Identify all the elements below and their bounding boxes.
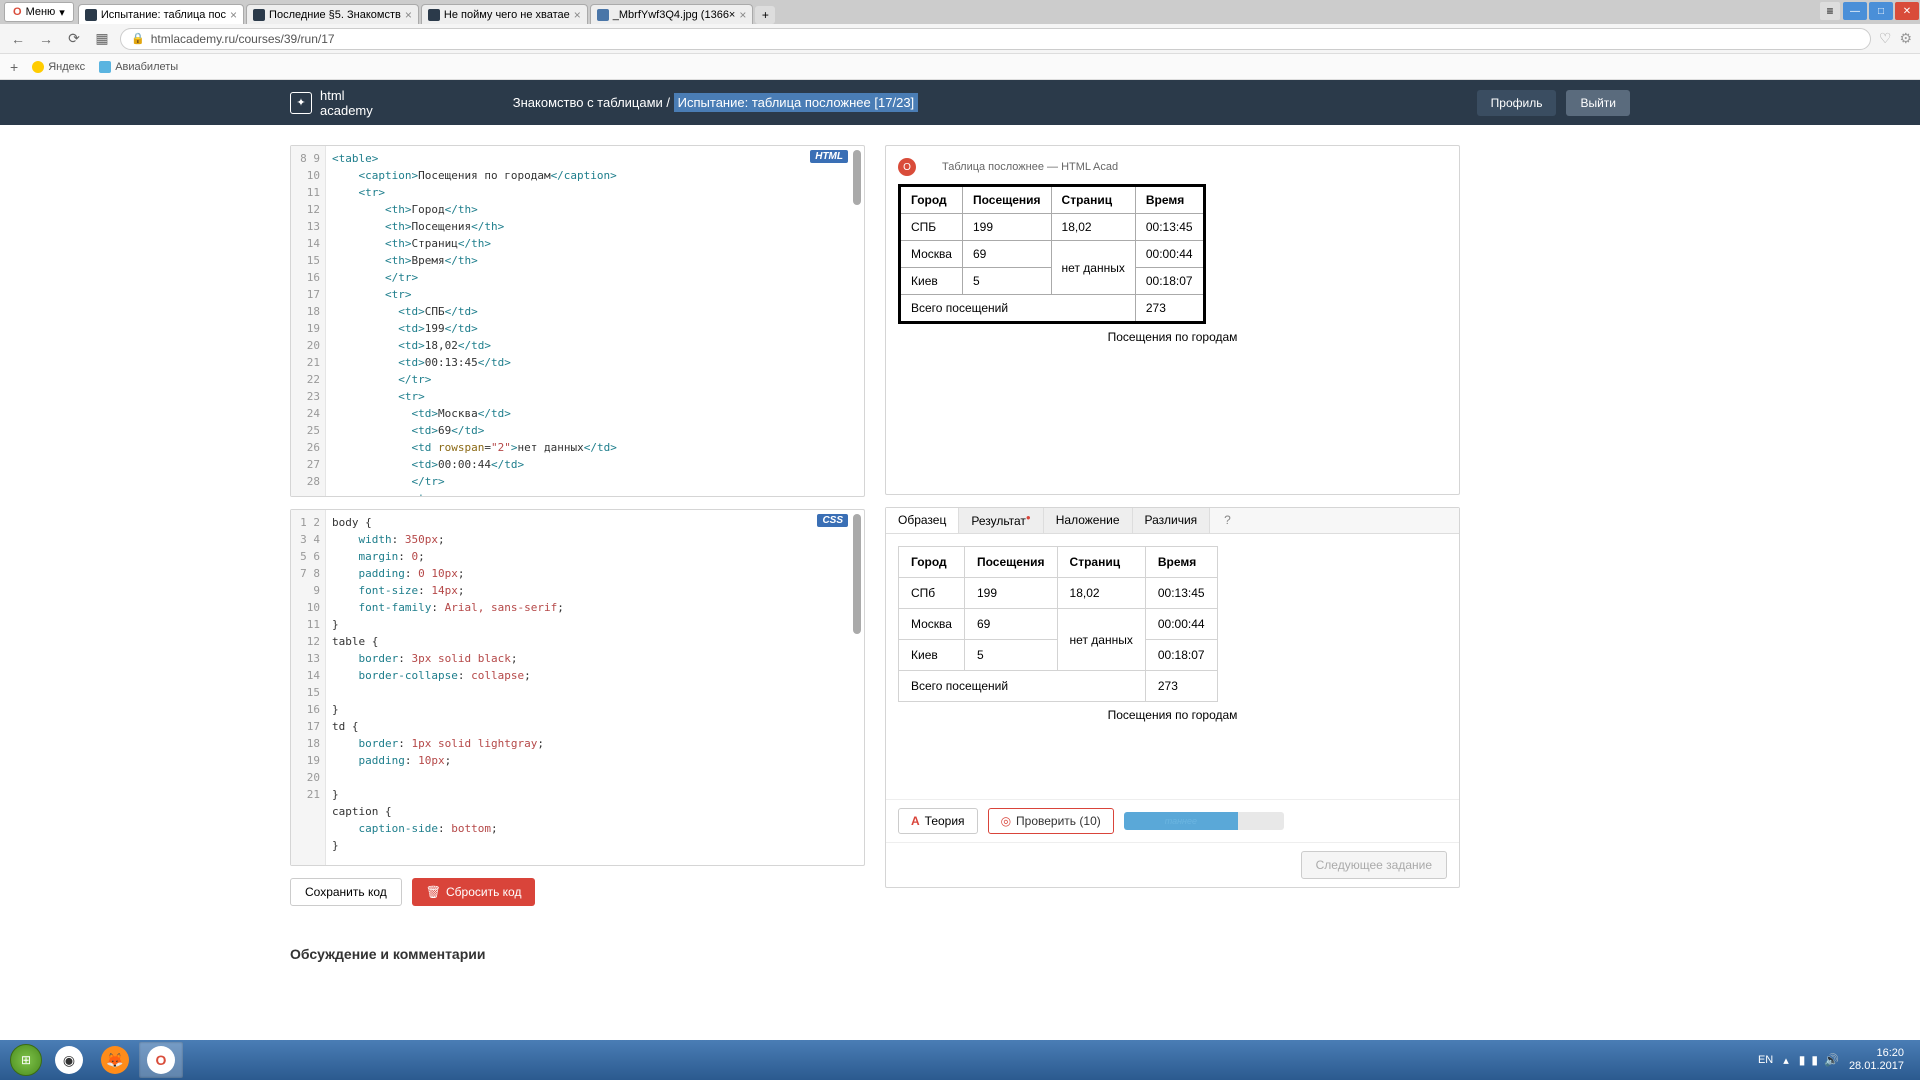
discussion-heading: Обсуждение и комментарии bbox=[290, 946, 1630, 962]
speed-dial-button[interactable]: ▦ bbox=[92, 30, 112, 47]
scrollbar-thumb[interactable] bbox=[853, 514, 861, 634]
preview-caption: Посещения по городам bbox=[898, 330, 1447, 344]
system-tray: EN ▴ ▮ ▮ 🔊 16:20 28.01.2017 bbox=[1758, 1047, 1914, 1073]
result-panel: Образец Результат● Наложение Различия ? … bbox=[885, 507, 1460, 888]
minimize-button[interactable]: — bbox=[1843, 2, 1867, 20]
page-gear-icon[interactable]: ⚙ bbox=[1899, 30, 1912, 47]
back-button[interactable]: ← bbox=[8, 31, 28, 47]
close-icon[interactable]: × bbox=[405, 8, 412, 22]
reset-code-button[interactable]: 🗑Сбросить код bbox=[412, 878, 536, 906]
menu-label: Меню bbox=[26, 6, 56, 18]
breadcrumb-progress: [17/23] bbox=[874, 95, 914, 110]
opera-icon: O bbox=[147, 1046, 175, 1074]
result-table: Город Посещения Страниц Время СПб 199 18… bbox=[898, 546, 1218, 702]
action-bar: AТеория ◎Проверить (10) таннее bbox=[886, 799, 1459, 842]
add-bookmark-button[interactable]: + bbox=[10, 59, 18, 75]
theory-icon: A bbox=[911, 814, 920, 828]
preview-panel: O Таблица посложнее — HTML Acad Город По… bbox=[885, 145, 1460, 495]
tab-2[interactable]: Не пойму чего не хватае× bbox=[421, 4, 588, 24]
html-editor[interactable]: HTML 8 9 10 11 12 13 14 15 16 17 18 19 2… bbox=[290, 145, 865, 497]
language-indicator[interactable]: EN bbox=[1758, 1054, 1773, 1066]
lock-icon: 🔒 bbox=[131, 32, 145, 45]
scrollbar-thumb[interactable] bbox=[853, 150, 861, 205]
tab-sample[interactable]: Образец bbox=[886, 508, 959, 533]
windows-taskbar: ⊞ ◉ 🦊 O EN ▴ ▮ ▮ 🔊 16:20 28.01.2017 bbox=[0, 1040, 1920, 1080]
url-input[interactable]: 🔒 htmlacademy.ru/courses/39/run/17 bbox=[120, 28, 1871, 50]
add-tab-button[interactable]: + bbox=[755, 6, 775, 24]
maximize-button[interactable]: □ bbox=[1869, 2, 1893, 20]
tabs-row: Испытание: таблица пос× Последние §5. Зн… bbox=[78, 0, 1818, 24]
html-code[interactable]: <table> <caption>Посещения по городам</c… bbox=[326, 146, 852, 496]
chrome-icon: ◉ bbox=[55, 1046, 83, 1074]
target-icon: ◎ bbox=[1001, 814, 1011, 828]
html-gutter: 8 9 10 11 12 13 14 15 16 17 18 19 20 21 … bbox=[291, 146, 326, 496]
browser-titlebar: O Меню ▾ Испытание: таблица пос× Последн… bbox=[0, 0, 1920, 24]
tab-0[interactable]: Испытание: таблица пос× bbox=[78, 4, 244, 24]
site-header: ✦ htmlacademy Знакомство с таблицами / И… bbox=[0, 80, 1920, 125]
favicon bbox=[428, 9, 440, 21]
tab-1[interactable]: Последние §5. Знакомств× bbox=[246, 4, 419, 24]
progress-bar: таннее bbox=[1124, 812, 1284, 830]
opera-icon: O bbox=[13, 6, 22, 18]
browser-menu-icon[interactable]: ≡ bbox=[1820, 2, 1840, 20]
breadcrumb-current: Испытание: таблица посложнее bbox=[678, 95, 871, 110]
css-code[interactable]: body { width: 350px; margin: 0; padding:… bbox=[326, 510, 852, 858]
flag-icon[interactable]: ▮ bbox=[1799, 1053, 1806, 1067]
yandex-icon bbox=[32, 61, 44, 73]
profile-button[interactable]: Профиль bbox=[1477, 90, 1557, 116]
taskbar-chrome[interactable]: ◉ bbox=[47, 1042, 91, 1078]
tab-overlay[interactable]: Наложение bbox=[1044, 508, 1133, 533]
close-icon[interactable]: × bbox=[574, 8, 581, 22]
bookmark-yandex[interactable]: Яндекс bbox=[32, 61, 85, 73]
main-content: HTML 8 9 10 11 12 13 14 15 16 17 18 19 2… bbox=[0, 125, 1920, 982]
trash-icon: 🗑 bbox=[426, 885, 441, 899]
next-task-button[interactable]: Следующее задание bbox=[1301, 851, 1447, 879]
breadcrumb: Знакомство с таблицами / Испытание: табл… bbox=[513, 95, 918, 110]
check-button[interactable]: ◎Проверить (10) bbox=[988, 808, 1114, 834]
bookmark-avia[interactable]: Авиабилеты bbox=[99, 61, 178, 73]
forward-button[interactable]: → bbox=[36, 31, 56, 47]
save-code-button[interactable]: Сохранить код bbox=[290, 878, 402, 906]
network-icon[interactable]: ▮ bbox=[1811, 1053, 1818, 1067]
clock[interactable]: 16:20 28.01.2017 bbox=[1849, 1047, 1904, 1073]
preview-tab-title: Таблица посложнее — HTML Acad bbox=[942, 161, 1118, 173]
firefox-icon: 🦊 bbox=[101, 1046, 129, 1074]
reload-button[interactable]: ⟳ bbox=[64, 30, 84, 47]
tab-3[interactable]: _MbrfYwf3Q4.jpg (1366×× bbox=[590, 4, 754, 24]
logo-icon: ✦ bbox=[290, 92, 312, 114]
bookmarks-bar: + Яндекс Авиабилеты bbox=[0, 54, 1920, 80]
favicon bbox=[85, 9, 97, 21]
tab-result[interactable]: Результат● bbox=[959, 508, 1043, 533]
taskbar-firefox[interactable]: 🦊 bbox=[93, 1042, 137, 1078]
theory-button[interactable]: AТеория bbox=[898, 808, 978, 834]
close-icon[interactable]: × bbox=[739, 8, 746, 22]
address-bar: ← → ⟳ ▦ 🔒 htmlacademy.ru/courses/39/run/… bbox=[0, 24, 1920, 54]
result-tabs: Образец Результат● Наложение Различия ? bbox=[886, 508, 1459, 534]
opera-menu-button[interactable]: O Меню ▾ bbox=[4, 2, 74, 22]
opera-icon: O bbox=[898, 158, 916, 176]
volume-icon[interactable]: 🔊 bbox=[1824, 1053, 1839, 1067]
tab-diff[interactable]: Различия bbox=[1133, 508, 1211, 533]
css-editor[interactable]: CSS 1 2 3 4 5 6 7 8 9 10 11 12 13 14 15 … bbox=[290, 509, 865, 866]
windows-icon: ⊞ bbox=[10, 1044, 42, 1076]
logo[interactable]: ✦ htmlacademy bbox=[290, 88, 373, 118]
result-caption: Посещения по городам bbox=[898, 708, 1447, 722]
favicon bbox=[597, 9, 609, 21]
close-icon[interactable]: × bbox=[230, 8, 237, 22]
window-controls: — □ ✕ bbox=[1842, 0, 1920, 24]
url-text: htmlacademy.ru/courses/39/run/17 bbox=[151, 32, 335, 46]
favicon bbox=[253, 9, 265, 21]
breadcrumb-parent[interactable]: Знакомство с таблицами bbox=[513, 95, 663, 110]
css-gutter: 1 2 3 4 5 6 7 8 9 10 11 12 13 14 15 16 1… bbox=[291, 510, 326, 865]
help-button[interactable]: ? bbox=[1216, 508, 1239, 533]
close-button[interactable]: ✕ bbox=[1895, 2, 1919, 20]
chevron-down-icon: ▾ bbox=[59, 6, 65, 19]
start-button[interactable]: ⊞ bbox=[6, 1040, 46, 1080]
heart-icon[interactable]: ♡ bbox=[1879, 30, 1892, 47]
preview-table: Город Посещения Страниц Время СПБ 199 18… bbox=[898, 184, 1206, 324]
logout-button[interactable]: Выйти bbox=[1566, 90, 1630, 116]
taskbar-opera[interactable]: O bbox=[139, 1042, 183, 1078]
avia-icon bbox=[99, 61, 111, 73]
tray-up-icon[interactable]: ▴ bbox=[1783, 1054, 1789, 1067]
